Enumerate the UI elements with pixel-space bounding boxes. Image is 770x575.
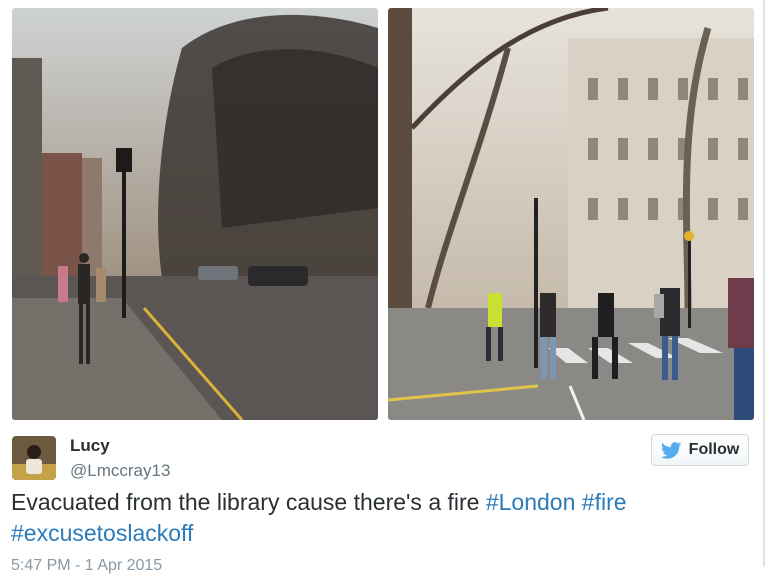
twitter-bird-icon (660, 441, 682, 459)
author-handle[interactable]: @Lmccray13 (70, 461, 170, 481)
tweet-text-segment: Evacuated from the library cause there's… (11, 489, 486, 515)
tweet-timestamp[interactable]: 5:47 PM - 1 Apr 2015 (11, 557, 162, 575)
tweet-text: Evacuated from the library cause there's… (11, 487, 731, 549)
scrollbar-edge (763, 0, 765, 567)
photo-crosswalk-smoke[interactable] (388, 8, 754, 420)
follow-label: Follow (688, 441, 740, 458)
hashtag-link[interactable]: #fire (582, 489, 627, 515)
hashtag-link[interactable]: #excusetoslackoff (11, 520, 193, 546)
hashtag-link[interactable]: #London (486, 489, 576, 515)
follow-button[interactable]: Follow (651, 434, 749, 466)
avatar[interactable] (12, 436, 56, 480)
author-name[interactable]: Lucy (70, 436, 110, 456)
tweet-media (12, 8, 754, 420)
photo-street-smoke[interactable] (12, 8, 378, 420)
